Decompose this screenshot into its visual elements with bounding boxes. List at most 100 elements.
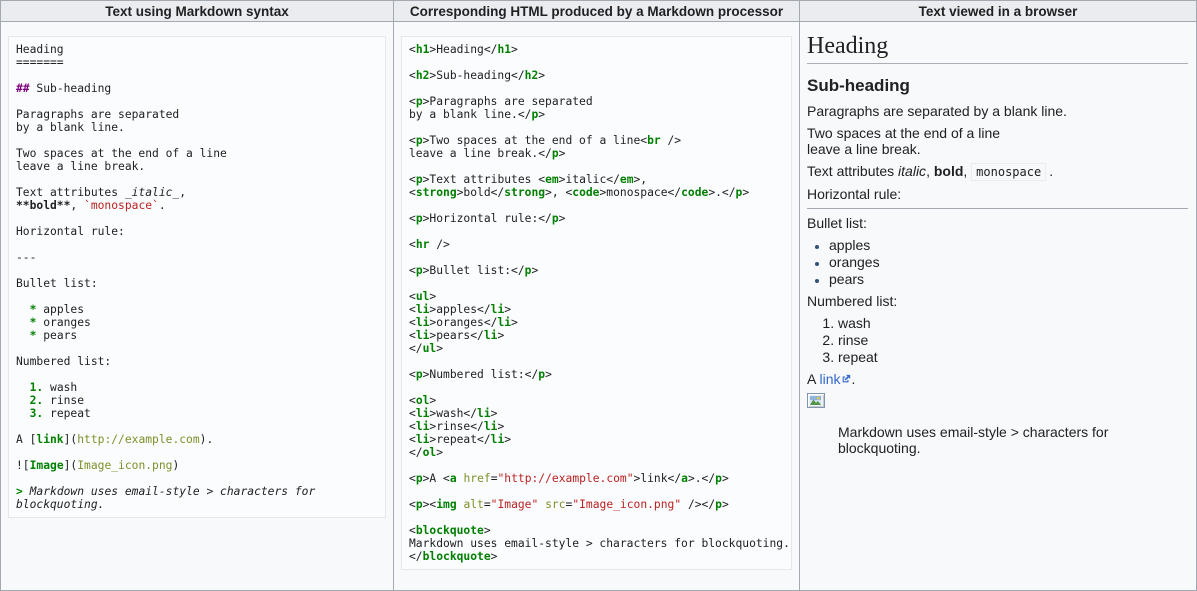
code-line: by a blank line. [16, 121, 378, 134]
code-line: <li>apples</li> [409, 303, 784, 316]
code-line [409, 160, 784, 173]
code-line: <li>oranges</li> [409, 316, 784, 329]
monospace-sample: monospace [971, 163, 1046, 181]
code-line: ======= [16, 56, 378, 69]
code-line: <li>pears</li> [409, 329, 784, 342]
blockquote: Markdown uses email-style > characters f… [838, 424, 1188, 456]
code-line [16, 173, 378, 186]
code-line: <blockquote> [409, 524, 784, 537]
code-line: blockquoting. [16, 498, 378, 511]
line-break-line-2: leave a line break. [807, 141, 921, 157]
code-line [409, 459, 784, 472]
link-period: . [851, 371, 855, 387]
code-line: </ul> [409, 342, 784, 355]
code-line: Paragraphs are separated [16, 108, 378, 121]
bullet-list-item: oranges [829, 254, 1188, 270]
code-line: leave a line break.</p> [409, 147, 784, 160]
code-line: ## Sub-heading [16, 82, 378, 95]
markdown-comparison-table: Text using Markdown syntax Corresponding… [0, 0, 1197, 591]
code-line [16, 472, 378, 485]
code-line: Two spaces at the end of a line [16, 147, 378, 160]
code-line [409, 251, 784, 264]
code-line [16, 134, 378, 147]
horizontal-rule [807, 208, 1188, 209]
code-line: </blockquote> [409, 550, 784, 563]
code-line: 2. rinse [16, 394, 378, 407]
code-line: <p>Paragraphs are separated [409, 95, 784, 108]
code-line [16, 368, 378, 381]
code-line: <ol> [409, 394, 784, 407]
code-line [16, 420, 378, 433]
code-line: 1. wash [16, 381, 378, 394]
code-line: <h2>Sub-heading</h2> [409, 69, 784, 82]
numbered-list-item: wash [838, 315, 1188, 331]
external-link-icon [841, 374, 851, 384]
code-line: Text attributes _italic_, [16, 186, 378, 199]
preview-text-attributes: Text attributes italic, bold, monospace. [807, 163, 1188, 180]
code-line: 3. repeat [16, 407, 378, 420]
numbered-list-label: Numbered list: [807, 293, 1188, 309]
preview-paragraph-line-break: Two spaces at the end of a lineleave a l… [807, 125, 1188, 157]
code-line: * pears [16, 329, 378, 342]
code-line: by a blank line.</p> [409, 108, 784, 121]
attr-prefix: Text attributes [807, 163, 898, 179]
attr-separator: , [963, 163, 971, 179]
attr-separator: , [926, 163, 934, 179]
code-line: Bullet list: [16, 277, 378, 290]
bold-sample: bold [934, 163, 964, 179]
preview-subheading: Sub-heading [807, 76, 1188, 96]
broken-image-icon [807, 393, 825, 408]
code-line: <p>Horizontal rule:</p> [409, 212, 784, 225]
markdown-source-cell: Heading======= ## Sub-heading Paragraphs… [1, 22, 393, 590]
code-line [16, 342, 378, 355]
bullet-list: apples oranges pears [807, 237, 1188, 287]
code-line [16, 69, 378, 82]
code-line: **bold**, `monospace`. [16, 199, 378, 212]
browser-preview-pane: Heading Sub-heading Paragraphs are separ… [799, 22, 1196, 590]
html-output-cell: <h1>Heading</h1> <h2>Sub-heading</h2> <p… [393, 22, 799, 590]
code-line [16, 238, 378, 251]
preview-heading: Heading [807, 32, 1188, 64]
code-line: Horizontal rule: [16, 225, 378, 238]
column-header-browser-view: Text viewed in a browser [799, 1, 1196, 22]
code-line [409, 121, 784, 134]
code-line: > Markdown uses email-style > characters… [16, 485, 378, 498]
code-line: <p>Two spaces at the end of a line<br /> [409, 134, 784, 147]
code-line: Markdown uses email-style > characters f… [409, 537, 784, 550]
code-line: Numbered list: [16, 355, 378, 368]
markdown-source-code: Heading======= ## Sub-heading Paragraphs… [8, 36, 386, 518]
code-line: <p>Bullet list:</p> [409, 264, 784, 277]
html-output-code: <h1>Heading</h1> <h2>Sub-heading</h2> <p… [401, 36, 792, 570]
preview-paragraph-blank-line: Paragraphs are separated by a blank line… [807, 103, 1188, 119]
code-line: <strong>bold</strong>, <code>monospace</… [409, 186, 784, 199]
code-line: --- [16, 251, 378, 264]
italic-sample: italic [898, 163, 926, 179]
external-link[interactable]: link [819, 371, 851, 387]
code-line: <p><img alt="Image" src="Image_icon.png"… [409, 498, 784, 511]
code-line [409, 56, 784, 69]
column-header-markdown-syntax: Text using Markdown syntax [1, 1, 393, 22]
code-line: <li>repeat</li> [409, 433, 784, 446]
code-line: <li>rinse</li> [409, 420, 784, 433]
code-line: </ol> [409, 446, 784, 459]
code-line [16, 212, 378, 225]
code-line [409, 199, 784, 212]
code-line [409, 277, 784, 290]
bullet-list-item: pears [829, 271, 1188, 287]
code-line [16, 290, 378, 303]
numbered-list-item: repeat [838, 349, 1188, 365]
code-line: * apples [16, 303, 378, 316]
link-paragraph: A link. [807, 371, 1188, 387]
code-line: <p>Numbered list:</p> [409, 368, 784, 381]
attr-period: . [1049, 163, 1053, 179]
bullet-list-item: apples [829, 237, 1188, 253]
line-break-line-1: Two spaces at the end of a line [807, 125, 1000, 141]
external-link-label: link [819, 371, 840, 387]
code-line [16, 446, 378, 459]
code-line: ![Image](Image_icon.png) [16, 459, 378, 472]
code-line [16, 95, 378, 108]
bullet-list-label: Bullet list: [807, 215, 1188, 231]
horizontal-rule-label: Horizontal rule: [807, 186, 1188, 202]
code-line [409, 355, 784, 368]
code-line [16, 264, 378, 277]
